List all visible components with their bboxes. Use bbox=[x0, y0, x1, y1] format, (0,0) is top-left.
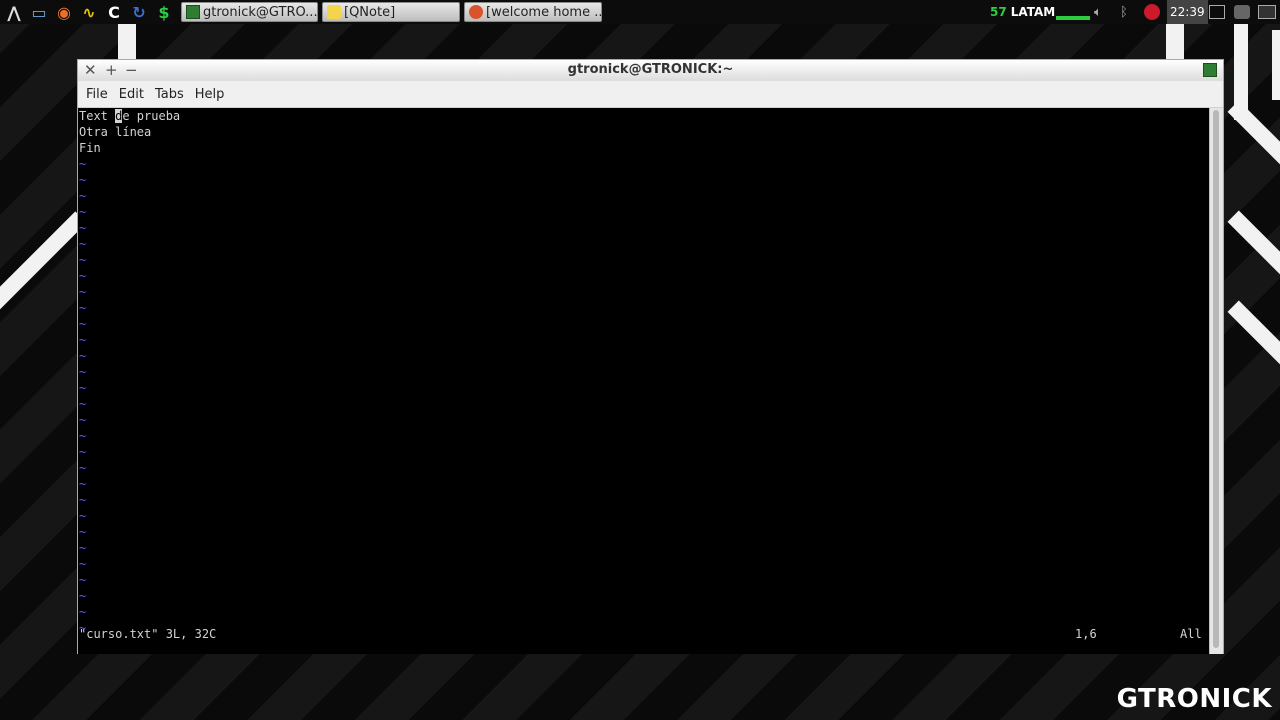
update-count[interactable]: 57 bbox=[990, 5, 1007, 19]
tilde-line: ~ bbox=[79, 157, 87, 171]
desktop-icon[interactable] bbox=[1258, 5, 1276, 19]
menu-tabs[interactable]: Tabs bbox=[155, 85, 184, 104]
status-file-info: "curso.txt" 3L, 32C bbox=[79, 627, 217, 641]
tilde-line: ~ bbox=[79, 397, 87, 411]
task-label: [welcome home ... bbox=[486, 4, 602, 20]
tilde-line: ~ bbox=[79, 285, 87, 299]
wallpaper-stripe bbox=[1166, 20, 1184, 60]
tilde-line: ~ bbox=[79, 237, 87, 251]
network-icon[interactable] bbox=[1056, 16, 1090, 20]
c-app-icon[interactable]: C bbox=[103, 2, 125, 22]
keyboard-layout[interactable]: LATAM bbox=[1011, 5, 1055, 19]
title-bar[interactable]: ✕ + − gtronick@GTRONICK:~ bbox=[78, 60, 1223, 82]
text-line: Otra línea bbox=[79, 125, 152, 139]
firefox-icon[interactable]: ◉ bbox=[53, 2, 75, 22]
tilde-line: ~ bbox=[79, 301, 87, 315]
volume-icon[interactable]: 🔈︎ bbox=[1094, 5, 1102, 20]
tilde-line: ~ bbox=[79, 205, 87, 219]
dollar-icon[interactable]: $ bbox=[153, 2, 175, 22]
sync-icon[interactable]: ↻ bbox=[128, 2, 150, 22]
tilde-line: ~ bbox=[79, 509, 87, 523]
tilde-line: ~ bbox=[79, 365, 87, 379]
menu-help[interactable]: Help bbox=[195, 85, 225, 104]
tilde-line: ~ bbox=[79, 493, 87, 507]
wallpaper-stripe bbox=[1227, 300, 1280, 376]
menu-bar: File Edit Tabs Help bbox=[78, 81, 1223, 108]
tilde-line: ~ bbox=[79, 349, 87, 363]
wallpaper-stripe bbox=[118, 20, 136, 60]
tilde-line: ~ bbox=[79, 445, 87, 459]
text-line: Text de prueba bbox=[79, 109, 181, 123]
qnote-icon[interactable]: ∿ bbox=[78, 2, 100, 22]
wallpaper-stripe bbox=[1272, 30, 1280, 100]
terminal-area[interactable]: Text de prueba Otra línea Fin ~ ~ ~ ~ ~ ~ ~ ~ ~ ~… bbox=[78, 108, 1210, 654]
tilde-line: ~ bbox=[79, 189, 87, 203]
text-line: Fin bbox=[79, 141, 101, 155]
app-menu-icon[interactable]: ⋀ bbox=[3, 2, 25, 22]
top-panel: ⋀ ▭ ◉ ∿ C ↻ $ gtronick@GTRO... [QNote] [… bbox=[0, 0, 1280, 24]
task-qnote[interactable]: [QNote] bbox=[322, 2, 460, 22]
tilde-line: ~ bbox=[79, 413, 87, 427]
status-cursor-position: 1,6 bbox=[1075, 627, 1097, 641]
power-icon[interactable] bbox=[1144, 4, 1160, 20]
tilde-line: ~ bbox=[79, 525, 87, 539]
note-icon bbox=[327, 5, 341, 19]
tilde-line: ~ bbox=[79, 557, 87, 571]
wallpaper-stripe bbox=[0, 211, 87, 315]
tilde-line: ~ bbox=[79, 589, 87, 603]
tilde-line: ~ bbox=[79, 605, 87, 619]
tilde-line: ~ bbox=[79, 381, 87, 395]
status-scroll: All bbox=[1180, 627, 1202, 641]
tilde-line: ~ bbox=[79, 317, 87, 331]
clock[interactable]: 22:39 bbox=[1170, 5, 1205, 19]
file-manager-icon[interactable]: ▭ bbox=[28, 2, 50, 22]
tilde-line: ~ bbox=[79, 573, 87, 587]
task-label: [QNote] bbox=[344, 4, 396, 20]
window-title: gtronick@GTRONICK:~ bbox=[567, 62, 734, 77]
wallpaper-stripe bbox=[1227, 100, 1280, 176]
terminal-icon bbox=[1203, 63, 1217, 77]
tilde-line: ~ bbox=[79, 541, 87, 555]
watermark: GTRONICK bbox=[1116, 684, 1272, 714]
task-label: gtronick@GTRO... bbox=[203, 4, 318, 20]
user-icon[interactable] bbox=[1234, 5, 1250, 19]
tilde-line: ~ bbox=[79, 269, 87, 283]
bluetooth-icon[interactable]: ᛒ bbox=[1120, 5, 1128, 20]
terminal-icon bbox=[186, 5, 200, 19]
task-browser[interactable]: [welcome home ... bbox=[464, 2, 602, 22]
scrollbar-thumb[interactable] bbox=[1213, 110, 1219, 648]
tilde-line: ~ bbox=[79, 429, 87, 443]
tilde-line: ~ bbox=[79, 221, 87, 235]
menu-file[interactable]: File bbox=[86, 85, 108, 104]
wallpaper-stripe bbox=[1227, 210, 1280, 286]
tilde-line: ~ bbox=[79, 461, 87, 475]
task-terminal[interactable]: gtronick@GTRO... bbox=[181, 2, 318, 22]
tilde-line: ~ bbox=[79, 173, 87, 187]
terminal-window: ✕ + − gtronick@GTRONICK:~ File Edit Tabs… bbox=[77, 59, 1224, 654]
lock-screen-icon[interactable] bbox=[1209, 5, 1225, 19]
menu-edit[interactable]: Edit bbox=[119, 85, 144, 104]
tilde-line: ~ bbox=[79, 253, 87, 267]
browser-icon bbox=[469, 5, 483, 19]
tilde-line: ~ bbox=[79, 477, 87, 491]
tilde-line: ~ bbox=[79, 333, 87, 347]
scrollbar[interactable] bbox=[1209, 108, 1223, 654]
